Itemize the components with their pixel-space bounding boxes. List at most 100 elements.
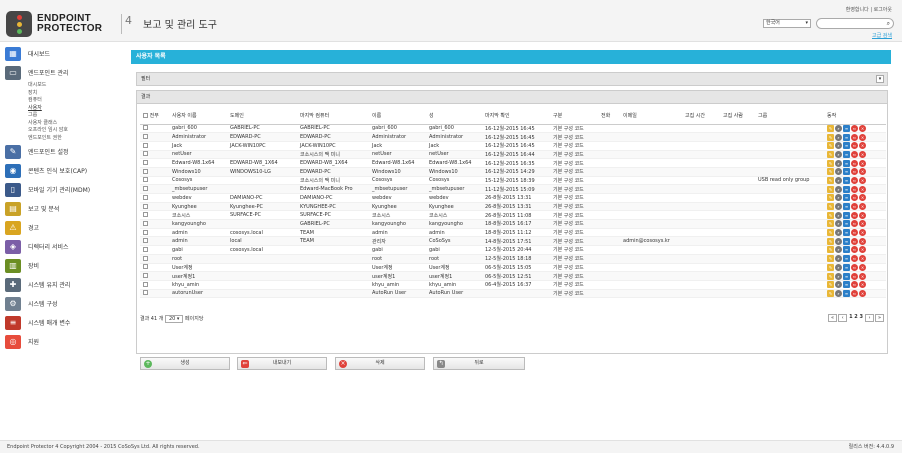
sidebar-item-11[interactable]: ≡ 시스템 매개 변수: [0, 313, 126, 332]
export-icon[interactable]: ⇐: [851, 142, 858, 150]
sidebar-item-6[interactable]: ⚠ 경고: [0, 218, 126, 237]
table-row[interactable]: Edward-W8.1x64 EDWARD-W8_1X64 EDWARD-W8_1X…: [140, 158, 886, 168]
search-icon[interactable]: ⌕: [835, 229, 842, 236]
advanced-search-link[interactable]: 고급 검색: [872, 32, 892, 39]
sidebar-item-12[interactable]: ◎ 지원: [0, 332, 126, 351]
edit-icon[interactable]: ✎: [827, 124, 834, 132]
language-select[interactable]: 한국어: [763, 19, 811, 28]
export-icon[interactable]: ⇐: [851, 124, 858, 132]
sidebar-item-5[interactable]: ▤ 보고 및 분석: [0, 199, 126, 218]
list-icon[interactable]: ≡: [843, 150, 850, 158]
edit-icon[interactable]: ✎: [827, 255, 834, 263]
table-row[interactable]: gabri_600 GABRIEL-PC GABRIEL-PC gabri_600 ga…: [140, 124, 886, 134]
delete-icon[interactable]: ×: [859, 185, 866, 193]
column-header[interactable]: 이메일: [620, 107, 682, 125]
table-row[interactable]: Jack JACK-WIN10PC JACK-WIN10PC Jack Jack 16-1…: [140, 141, 886, 151]
delete-icon[interactable]: ×: [859, 281, 866, 289]
submenu-item[interactable]: 장치: [28, 90, 126, 98]
delete-icon[interactable]: ×: [859, 150, 866, 158]
list-icon[interactable]: ≡: [843, 229, 850, 236]
row-checkbox[interactable]: [143, 220, 148, 226]
delete-icon[interactable]: ×: [859, 211, 866, 219]
search-icon[interactable]: ⌕: [835, 237, 842, 245]
search-icon[interactable]: ⌕: [835, 194, 842, 202]
column-header[interactable]: 전화: [598, 107, 620, 125]
column-header[interactable]: 구분: [550, 107, 598, 125]
edit-icon[interactable]: ✎: [827, 272, 834, 280]
list-icon[interactable]: ≡: [843, 185, 850, 193]
delete-icon[interactable]: ×: [859, 272, 866, 280]
list-icon[interactable]: ≡: [843, 211, 850, 219]
edit-icon[interactable]: ✎: [827, 263, 834, 271]
table-row[interactable]: webdev DAMIANO-PC DAMIANO-PC webdev webdev 26…: [140, 193, 886, 203]
search-icon[interactable]: ⌕: [835, 133, 842, 141]
delete-icon[interactable]: ×: [859, 229, 866, 236]
column-header[interactable]: 고집 사람: [720, 107, 755, 125]
submenu-item[interactable]: 오프라인 임시 암호: [28, 127, 126, 135]
search-icon[interactable]: ⌕: [835, 176, 842, 184]
column-header[interactable]: 사용자 이름: [169, 107, 227, 125]
list-icon[interactable]: ≡: [843, 168, 850, 176]
delete-icon[interactable]: ×: [859, 176, 866, 184]
export-icon[interactable]: ⇐: [851, 211, 858, 219]
per-page-select[interactable]: 20 ▾: [164, 315, 184, 323]
delete-icon[interactable]: ×: [859, 237, 866, 245]
delete-icon[interactable]: ×: [859, 220, 866, 228]
row-checkbox[interactable]: [143, 186, 148, 192]
list-icon[interactable]: ≡: [843, 176, 850, 184]
prev-page-button[interactable]: ‹: [838, 314, 848, 322]
submenu-item[interactable]: 그룹: [28, 112, 126, 120]
delete-icon[interactable]: ×: [859, 142, 866, 150]
edit-icon[interactable]: ✎: [827, 289, 834, 297]
sidebar-item-1[interactable]: ▭ 엔드포인트 관리: [0, 63, 126, 82]
add-button[interactable]: + 생성: [140, 357, 230, 370]
search-icon[interactable]: ⌕: [835, 203, 842, 210]
table-row[interactable]: _mbsetupuser Edward-MacBook Pro _mbsetupus…: [140, 184, 886, 194]
last-page-button[interactable]: »: [875, 314, 884, 322]
row-checkbox[interactable]: [143, 177, 148, 183]
search-icon[interactable]: ⌕: [887, 20, 890, 28]
submenu-item[interactable]: 대시보드: [28, 82, 126, 90]
edit-icon[interactable]: ✎: [827, 185, 834, 193]
row-checkbox[interactable]: [143, 212, 148, 218]
export-icon[interactable]: ⇐: [851, 203, 858, 210]
export-icon[interactable]: ⇐: [851, 185, 858, 193]
delete-icon[interactable]: ×: [859, 124, 866, 132]
search-icon[interactable]: ⌕: [835, 185, 842, 193]
edit-icon[interactable]: ✎: [827, 194, 834, 202]
table-row[interactable]: netUser 코소시스의 맥 미니 netUser netUser 16-12월-20…: [140, 150, 886, 160]
delete-icon[interactable]: ×: [859, 194, 866, 202]
edit-icon[interactable]: ✎: [827, 220, 834, 228]
submenu-item[interactable]: 컴퓨터: [28, 97, 126, 105]
row-checkbox[interactable]: [143, 264, 148, 270]
search-icon[interactable]: ⌕: [835, 124, 842, 132]
sidebar-item-8[interactable]: ▥ 장비: [0, 256, 126, 275]
submenu-item[interactable]: 사용자 클래스: [28, 120, 126, 128]
column-header[interactable]: 마지막 확인: [482, 107, 550, 125]
export-icon[interactable]: ⇐: [851, 159, 858, 167]
delete-icon[interactable]: ×: [859, 255, 866, 263]
search-icon[interactable]: ⌕: [835, 263, 842, 271]
edit-icon[interactable]: ✎: [827, 150, 834, 158]
row-checkbox[interactable]: [143, 194, 148, 200]
edit-icon[interactable]: ✎: [827, 203, 834, 210]
row-checkbox[interactable]: [143, 290, 148, 296]
export-icon[interactable]: ⇐: [851, 246, 858, 254]
edit-icon[interactable]: ✎: [827, 133, 834, 141]
table-row[interactable]: User계정 User계정 User계정 06-5월-2015 15:05 기본 구성 …: [140, 263, 886, 273]
delete-icon[interactable]: ×: [859, 246, 866, 254]
submenu-item[interactable]: 엔드포인트 권한: [28, 135, 126, 143]
list-icon[interactable]: ≡: [843, 124, 850, 132]
search-icon[interactable]: ⌕: [835, 211, 842, 219]
export-icon[interactable]: ⇐: [851, 133, 858, 141]
table-row[interactable]: Cososys 코소시스의 맥 미니 Cososys Cososys 15-12월-20…: [140, 176, 886, 186]
export-icon[interactable]: ⇐: [851, 229, 858, 236]
page-numbers[interactable]: 1 2 3: [848, 314, 864, 322]
column-header[interactable]: 도메인: [227, 107, 297, 125]
list-icon[interactable]: ≡: [843, 159, 850, 167]
table-row[interactable]: admin local TEAM 관리자 CoSoSys 14-8월-2015 17:51…: [140, 236, 886, 247]
sidebar-item-10[interactable]: ⚙ 시스템 구성: [0, 294, 126, 313]
delete-icon[interactable]: ×: [859, 289, 866, 297]
list-icon[interactable]: ≡: [843, 237, 850, 245]
export-icon[interactable]: ⇐: [851, 289, 858, 297]
